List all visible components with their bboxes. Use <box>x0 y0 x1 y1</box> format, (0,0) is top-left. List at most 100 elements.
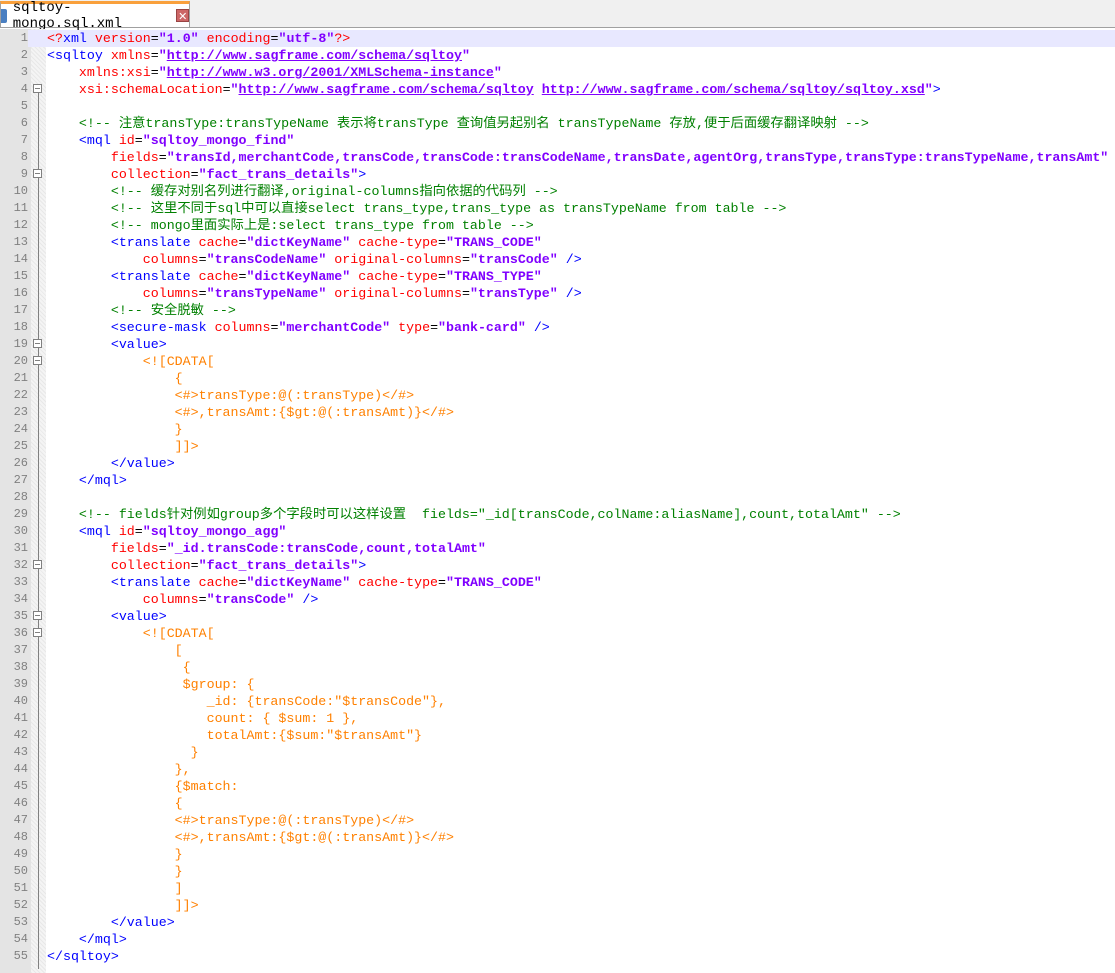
code-line[interactable]: 33 <translate cache="dictKeyName" cache-… <box>0 574 1115 591</box>
token-attr: columns <box>142 252 199 267</box>
code-text: <!-- 这里不同于sql中可以直接select trans_type,tran… <box>47 200 787 217</box>
code-text: <!-- 安全脱敏 --> <box>47 302 236 319</box>
token-val: " <box>158 65 167 80</box>
code-line[interactable]: 49 } <box>0 846 1115 863</box>
fold-collapse-icon[interactable] <box>33 356 42 365</box>
code-line[interactable]: 19 <value> <box>0 336 1115 353</box>
code-line[interactable]: 43 } <box>0 744 1115 761</box>
code-line[interactable]: 51 ] <box>0 880 1115 897</box>
code-line[interactable]: 41 count: { $sum: 1 }, <box>0 710 1115 727</box>
code-line[interactable]: 20 <![CDATA[ <box>0 353 1115 370</box>
code-line[interactable]: 18 <secure-mask columns = "merchantCode" t… <box>0 319 1115 336</box>
code-line[interactable]: 16 columns="transTypeName" original-colu… <box>0 285 1115 302</box>
code-text: ]]> <box>47 897 199 914</box>
code-line[interactable]: 13 <translate cache="dictKeyName" cache-… <box>0 234 1115 251</box>
code-line[interactable]: 21 { <box>0 370 1115 387</box>
token-url[interactable]: http://www.w3.org/2001/XMLSchema-instanc… <box>167 65 494 80</box>
line-number: 19 <box>13 337 28 351</box>
token-val: "bank-card" <box>438 320 526 335</box>
code-line[interactable]: 29 <!-- fields针对例如group多个字段时可以这样设置 field… <box>0 506 1115 523</box>
token-cdata: { <box>174 796 183 811</box>
code-line[interactable]: 11 <!-- 这里不同于sql中可以直接select trans_type,t… <box>0 200 1115 217</box>
code-line[interactable]: 45 {$match: <box>0 778 1115 795</box>
token-eq: = <box>238 575 247 590</box>
tab-sqltoy-mongo-sql-xml[interactable]: sqltoy-mongo.sql.xml ✕ <box>0 0 190 32</box>
token-ws <box>47 422 175 437</box>
code-text: totalAmt:{$sum:"$transAmt"} <box>47 727 422 744</box>
code-line[interactable]: 44 }, <box>0 761 1115 778</box>
code-line[interactable]: 42 totalAmt:{$sum:"$transAmt"} <box>0 727 1115 744</box>
token-attr: columns <box>142 286 199 301</box>
code-line[interactable]: 2 <sqltoy xmlns="http://www.sagframe.com/… <box>0 47 1115 64</box>
line-number: 48 <box>13 830 28 844</box>
code-line[interactable]: 31 fields="_id.transCode:transCode,count… <box>0 540 1115 557</box>
code-line[interactable]: 40 _id: {transCode:"$transCode"}, <box>0 693 1115 710</box>
code-line[interactable]: 38 { <box>0 659 1115 676</box>
code-line[interactable]: 10 <!-- 缓存对别名列进行翻译,original-columns指向依据的… <box>0 183 1115 200</box>
code-editor[interactable]: 1 <?xml version="1.0" encoding="utf-8"?> 2… <box>0 29 1115 973</box>
line-number: 11 <box>13 201 28 215</box>
token-ws <box>47 303 111 318</box>
fold-collapse-icon[interactable] <box>33 560 42 569</box>
code-line[interactable]: 34 columns="transCode" /> <box>0 591 1115 608</box>
fold-collapse-icon[interactable] <box>33 84 42 93</box>
code-line[interactable]: 55 </sqltoy> <box>0 948 1115 965</box>
code-line[interactable]: 50 } <box>0 863 1115 880</box>
code-text: <!-- 注意transType:transTypeName 表示将transT… <box>47 115 869 132</box>
token-eq: = <box>461 286 470 301</box>
token-val: " <box>461 48 470 63</box>
code-text: columns="transCodeName" original-columns… <box>47 251 582 268</box>
code-line[interactable]: 4 xsi:schemaLocation="http://www.sagfram… <box>0 81 1115 98</box>
code-line[interactable]: 8 fields="transId,merchantCode,transCode… <box>0 149 1115 166</box>
code-line[interactable]: 36 <![CDATA[ <box>0 625 1115 642</box>
code-line[interactable]: 23 <#>,transAmt:{$gt:@(:transAmt)}</#> <box>0 404 1115 421</box>
code-line[interactable]: 1 <?xml version="1.0" encoding="utf-8"?> <box>0 30 1115 47</box>
code-line[interactable]: 5 <box>0 98 1115 115</box>
code-line[interactable]: 26 </value> <box>0 455 1115 472</box>
code-line[interactable]: 12 <!-- mongo里面实际上是:select trans_type fr… <box>0 217 1115 234</box>
token-url[interactable]: http://www.sagframe.com/schema/sqltoy/sq… <box>542 82 925 97</box>
code-line[interactable]: 47 <#>transType:@(:transType)</#> <box>0 812 1115 829</box>
code-line[interactable]: 28 <box>0 489 1115 506</box>
code-line[interactable]: 9 collection="fact_trans_details"> <box>0 166 1115 183</box>
code-line[interactable]: 39 $group: { <box>0 676 1115 693</box>
fold-collapse-icon[interactable] <box>33 611 42 620</box>
token-val: "sqltoy_mongo_agg" <box>142 524 287 539</box>
code-lines[interactable]: 1 <?xml version="1.0" encoding="utf-8"?> 2… <box>0 30 1115 965</box>
token-val: "dictKeyName" <box>246 235 351 250</box>
close-icon[interactable]: ✕ <box>176 9 189 23</box>
code-line[interactable]: 53 </value> <box>0 914 1115 931</box>
code-line[interactable]: 46 { <box>0 795 1115 812</box>
token-tag: <value> <box>110 609 167 624</box>
token-attr: collection <box>110 167 191 182</box>
fold-collapse-icon[interactable] <box>33 169 42 178</box>
code-line[interactable]: 7 <mql id="sqltoy_mongo_find" <box>0 132 1115 149</box>
code-line[interactable]: 6 <!-- 注意transType:transTypeName 表示将tran… <box>0 115 1115 132</box>
code-line[interactable]: 52 ]]> <box>0 897 1115 914</box>
code-line[interactable]: 24 } <box>0 421 1115 438</box>
code-line[interactable]: 15 <translate cache="dictKeyName" cache-… <box>0 268 1115 285</box>
code-line[interactable]: 54 </mql> <box>0 931 1115 948</box>
line-number: 38 <box>13 660 28 674</box>
code-line[interactable]: 32 collection="fact_trans_details"> <box>0 557 1115 574</box>
token-url[interactable]: http://www.sagframe.com/schema/sqltoy <box>167 48 462 63</box>
token-cmt: <!-- mongo里面实际上是:select trans_type from … <box>110 218 534 233</box>
code-line[interactable]: 37 [ <box>0 642 1115 659</box>
token-ws <box>47 252 143 267</box>
fold-collapse-icon[interactable] <box>33 628 42 637</box>
code-line[interactable]: 27 </mql> <box>0 472 1115 489</box>
code-line[interactable]: 14 columns="transCodeName" original-colu… <box>0 251 1115 268</box>
line-number: 31 <box>13 541 28 555</box>
token-url[interactable]: http://www.sagframe.com/schema/sqltoy <box>239 82 534 97</box>
token-attr: fields <box>110 150 159 165</box>
code-line[interactable]: 17 <!-- 安全脱敏 --> <box>0 302 1115 319</box>
code-line[interactable]: 3 xmlns:xsi="http://www.w3.org/2001/XMLS… <box>0 64 1115 81</box>
code-line[interactable]: 22 <#>transType:@(:transType)</#> <box>0 387 1115 404</box>
token-eq: = <box>438 269 447 284</box>
code-line[interactable]: 25 ]]> <box>0 438 1115 455</box>
code-line[interactable]: 35 <value> <box>0 608 1115 625</box>
fold-collapse-icon[interactable] <box>33 339 42 348</box>
code-line[interactable]: 48 <#>,transAmt:{$gt:@(:transAmt)}</#> <box>0 829 1115 846</box>
token-val: "TRANS_TYPE" <box>446 269 542 284</box>
code-line[interactable]: 30 <mql id="sqltoy_mongo_agg" <box>0 523 1115 540</box>
